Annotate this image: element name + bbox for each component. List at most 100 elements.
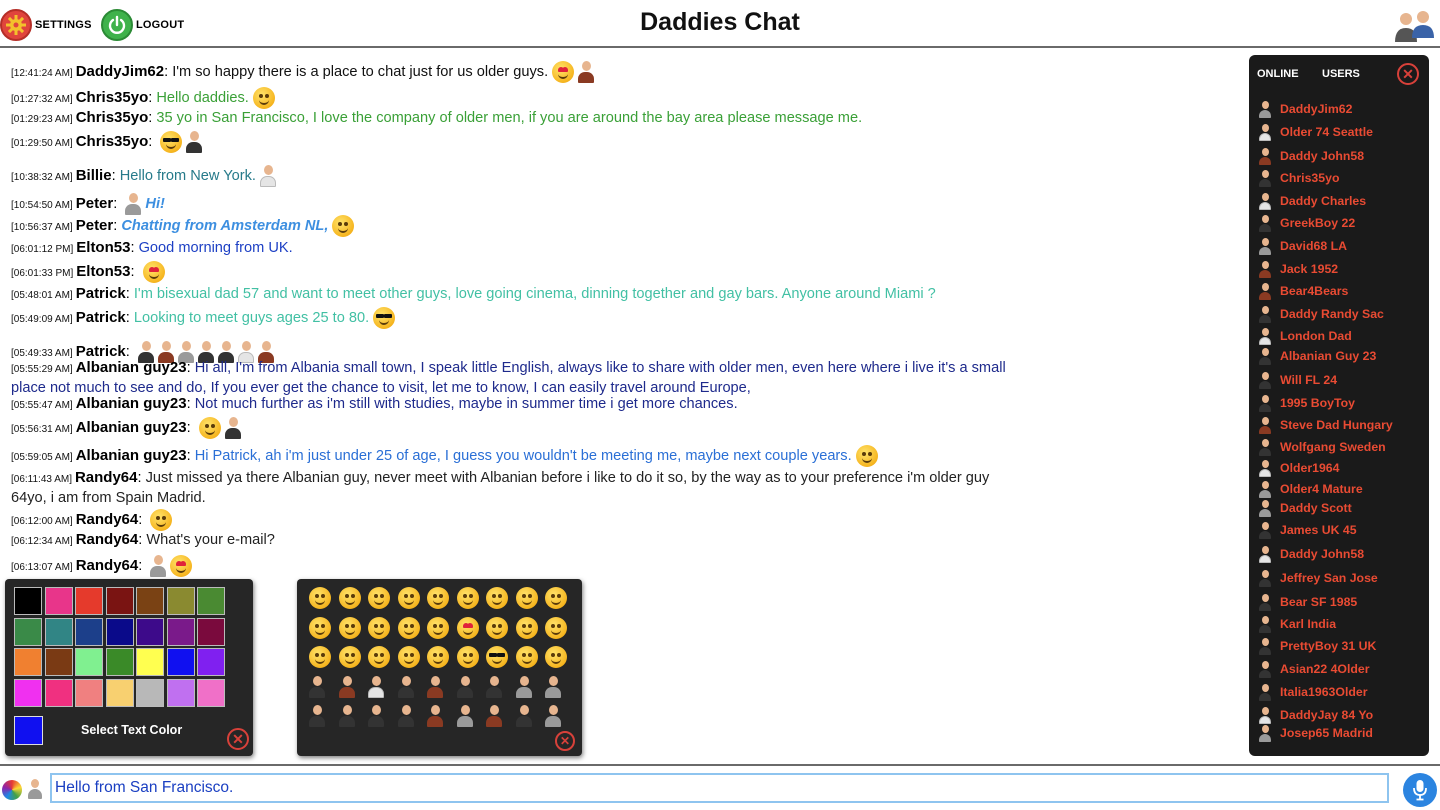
user-list-item[interactable]: Daddy Scott <box>1249 498 1429 518</box>
emoji-option[interactable] <box>456 646 479 668</box>
emoji-option[interactable] <box>427 587 449 609</box>
user-list-item[interactable]: Karl India <box>1249 614 1429 634</box>
color-swatch[interactable] <box>166 617 195 646</box>
user-list-item[interactable]: Chris35yo <box>1249 168 1429 188</box>
tab-users[interactable]: USERS <box>1322 68 1360 80</box>
message-author[interactable]: Peter <box>76 217 114 234</box>
selected-color-swatch[interactable] <box>14 716 43 745</box>
emoji-option[interactable] <box>515 587 538 609</box>
message-author[interactable]: Peter <box>76 195 114 212</box>
emoji-option[interactable] <box>545 646 567 668</box>
user-list-item[interactable]: DaddyJay 84 Yo <box>1249 705 1429 725</box>
emoji-option[interactable] <box>338 675 361 698</box>
close-users-panel-button[interactable]: ✕ <box>1397 63 1419 85</box>
emoji-option[interactable] <box>368 675 390 698</box>
user-list-item[interactable]: Daddy Randy Sac <box>1249 304 1429 324</box>
message-author[interactable]: Albanian guy23 <box>76 395 187 412</box>
emoji-option[interactable] <box>397 705 420 727</box>
emoji-option[interactable] <box>338 587 361 609</box>
color-swatch[interactable] <box>197 648 225 676</box>
user-list-item[interactable]: Wolfgang Sweden <box>1249 437 1429 457</box>
emoji-option[interactable] <box>456 675 479 698</box>
emoji-option[interactable] <box>368 705 390 727</box>
user-list-item[interactable]: Daddy John58 <box>1249 146 1429 166</box>
message-author[interactable]: Patrick <box>76 309 126 326</box>
color-swatch[interactable] <box>75 617 103 646</box>
color-swatch[interactable] <box>44 678 73 707</box>
settings-button[interactable]: SETTINGS <box>0 9 92 41</box>
user-list-item[interactable]: Older4 Mature <box>1249 479 1429 499</box>
emoji-option[interactable] <box>545 616 567 639</box>
message-author[interactable]: DaddyJim62 <box>76 63 164 80</box>
color-swatch[interactable] <box>136 587 164 615</box>
emoji-option[interactable] <box>368 616 390 639</box>
color-swatch[interactable] <box>14 587 42 615</box>
user-list-item[interactable]: James UK 45 <box>1249 520 1429 540</box>
user-list-item[interactable]: Steve Dad Hungary <box>1249 415 1429 435</box>
color-swatch[interactable] <box>136 648 164 676</box>
emoji-avatar-toggle-icon[interactable] <box>28 779 42 799</box>
emoji-option[interactable] <box>456 616 479 639</box>
message-author[interactable]: Randy64 <box>76 531 139 548</box>
emoji-option[interactable] <box>515 705 538 727</box>
close-emoji-picker-button[interactable]: ✕ <box>555 731 575 751</box>
user-list-item[interactable]: Italia1963Older <box>1249 682 1429 702</box>
emoji-option[interactable] <box>338 705 361 727</box>
message-author[interactable]: Albanian guy23 <box>76 359 187 376</box>
user-list-item[interactable]: Bear SF 1985 <box>1249 592 1429 612</box>
message-author[interactable]: Chris35yo <box>76 133 149 150</box>
user-list-item[interactable]: David68 LA <box>1249 236 1429 256</box>
message-author[interactable]: Billie <box>76 167 112 184</box>
message-author[interactable]: Randy64 <box>76 511 139 528</box>
user-list-item[interactable]: Bear4Bears <box>1249 281 1429 301</box>
tab-online[interactable]: ONLINE <box>1257 68 1299 80</box>
emoji-option[interactable] <box>427 616 449 639</box>
user-list-item[interactable]: Daddy John58 <box>1249 544 1429 564</box>
message-author[interactable]: Albanian guy23 <box>76 447 187 464</box>
user-list-item[interactable]: Older 74 Seattle <box>1249 122 1429 142</box>
color-swatch[interactable] <box>44 587 73 615</box>
color-swatch[interactable] <box>75 648 103 676</box>
user-list-item[interactable]: Jack 1952 <box>1249 259 1429 279</box>
color-swatch[interactable] <box>197 587 225 615</box>
logout-button[interactable]: LOGOUT <box>101 9 184 41</box>
message-author[interactable]: Albanian guy23 <box>76 419 187 436</box>
color-swatch[interactable] <box>75 587 103 615</box>
color-swatch[interactable] <box>105 617 134 646</box>
emoji-option[interactable] <box>309 675 331 698</box>
emoji-option[interactable] <box>368 646 390 668</box>
emoji-option[interactable] <box>456 587 479 609</box>
emoji-option[interactable] <box>486 705 508 727</box>
color-swatch[interactable] <box>14 648 42 676</box>
user-list-item[interactable]: Albanian Guy 23 <box>1249 346 1429 366</box>
message-author[interactable]: Patrick <box>76 285 126 302</box>
color-swatch[interactable] <box>136 617 164 646</box>
color-swatch[interactable] <box>197 678 225 707</box>
user-list-item[interactable]: Jeffrey San Jose <box>1249 568 1429 588</box>
emoji-option[interactable] <box>545 705 567 727</box>
emoji-option[interactable] <box>309 646 331 668</box>
user-list-item[interactable]: London Dad <box>1249 326 1429 346</box>
color-swatch[interactable] <box>105 587 134 615</box>
users-toggle-button[interactable] <box>1392 8 1438 44</box>
user-list-item[interactable]: DaddyJim62 <box>1249 99 1429 119</box>
user-list-item[interactable]: Josep65 Madrid <box>1249 723 1429 743</box>
emoji-option[interactable] <box>427 675 449 698</box>
close-color-picker-button[interactable]: ✕ <box>227 728 249 750</box>
color-swatch[interactable] <box>44 648 73 676</box>
color-swatch[interactable] <box>14 678 42 707</box>
emoji-option[interactable] <box>309 705 331 727</box>
emoji-option[interactable] <box>397 675 420 698</box>
color-swatch[interactable] <box>105 678 134 707</box>
emoji-option[interactable] <box>397 587 420 609</box>
emoji-option[interactable] <box>486 646 508 668</box>
color-wheel-icon[interactable] <box>2 780 22 800</box>
color-swatch[interactable] <box>44 617 73 646</box>
color-swatch[interactable] <box>136 678 164 707</box>
color-swatch[interactable] <box>166 678 195 707</box>
user-list-item[interactable]: Daddy Charles <box>1249 191 1429 211</box>
emoji-option[interactable] <box>515 616 538 639</box>
emoji-option[interactable] <box>456 705 479 727</box>
color-swatch[interactable] <box>166 587 195 615</box>
color-swatch[interactable] <box>197 617 225 646</box>
